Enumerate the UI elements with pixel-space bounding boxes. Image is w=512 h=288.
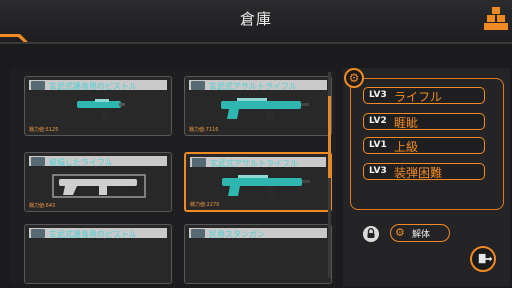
inventory-card[interactable]: 破損したライフル 戦力値:643 (24, 152, 172, 212)
card-label: 玄武式護身用のピストル (49, 230, 137, 239)
card-label: 玄武式護身用のピストル (49, 82, 137, 91)
weapon-type-icon (191, 81, 205, 90)
stat-level: LV1 (369, 140, 387, 150)
stat-level: LV3 (369, 90, 387, 100)
inventory-card[interactable]: 民用スタンガン (184, 224, 332, 284)
card-power: 戦力値:643 (29, 203, 56, 209)
page-title: 倉庫 (239, 10, 272, 28)
stat-row-weapon-type: LV3 ライフル (363, 87, 485, 104)
inventory-card[interactable]: 玄武式護身用のピストル (24, 224, 172, 284)
scrollbar-thumb[interactable] (328, 96, 331, 178)
dismantle-label: 解体 (412, 230, 431, 240)
inventory-grid[interactable]: 玄武式護身用のピストル 戦力値:5125 玄武式アサルトライフル 戦力値:711… (18, 72, 336, 284)
cubes-icon[interactable] (484, 6, 508, 30)
card-label-bar: 玄武式アサルトライフル (190, 157, 326, 168)
stat-text: 睚眦 (394, 116, 419, 130)
card-label: 玄武式アサルトライフル (209, 82, 297, 91)
card-power: 戦力値:2270 (190, 202, 220, 208)
stat-level: LV3 (369, 166, 387, 176)
stat-text: 上級 (394, 140, 419, 154)
inventory-card-selected[interactable]: 玄武式アサルトライフル 戦力値:2270 (184, 152, 332, 212)
weapon-type-icon (31, 157, 45, 166)
card-power: 戦力値:7116 (189, 127, 219, 133)
card-power: 戦力値:5125 (29, 127, 59, 133)
card-label-bar: 玄武式アサルトライフル (189, 80, 327, 91)
card-label: 破損したライフル (49, 158, 113, 167)
inventory-card[interactable]: 玄武式護身用のピストル 戦力値:5125 (24, 76, 172, 136)
pistol-icon (77, 99, 125, 121)
card-label-bar: 民用スタンガン (189, 228, 327, 239)
weapon-type-icon (31, 229, 45, 238)
assault-rifle-icon (221, 98, 309, 121)
card-label-bar: 破損したライフル (29, 156, 167, 167)
header-accent-stripe (0, 34, 512, 44)
card-label-bar: 玄武式護身用のピストル (29, 228, 167, 239)
stat-row-name: LV2 睚眦 (363, 113, 485, 130)
gear-icon: ⚙ (395, 226, 405, 239)
exit-door-icon[interactable] (470, 246, 496, 272)
assault-rifle-icon (222, 175, 310, 198)
card-label-bar: 玄武式護身用のピストル (29, 80, 167, 91)
stat-row-grade: LV1 上級 (363, 137, 485, 154)
weapon-type-icon (192, 158, 206, 167)
stat-text: ライフル (394, 90, 443, 104)
stat-row-trait: LV3 装弾困難 (363, 163, 485, 180)
inventory-card[interactable]: 玄武式アサルトライフル 戦力値:7116 (184, 76, 332, 136)
weapon-type-icon (31, 81, 45, 90)
stat-text: 装弾困難 (394, 166, 443, 180)
card-label: 民用スタンガン (209, 230, 265, 239)
card-label: 玄武式アサルトライフル (210, 159, 298, 168)
lock-icon[interactable] (363, 226, 379, 242)
stat-level: LV2 (369, 116, 387, 126)
damaged-rifle-icon (52, 174, 146, 198)
weapon-type-icon (191, 229, 205, 238)
gear-icon[interactable]: ⚙ (344, 68, 364, 88)
